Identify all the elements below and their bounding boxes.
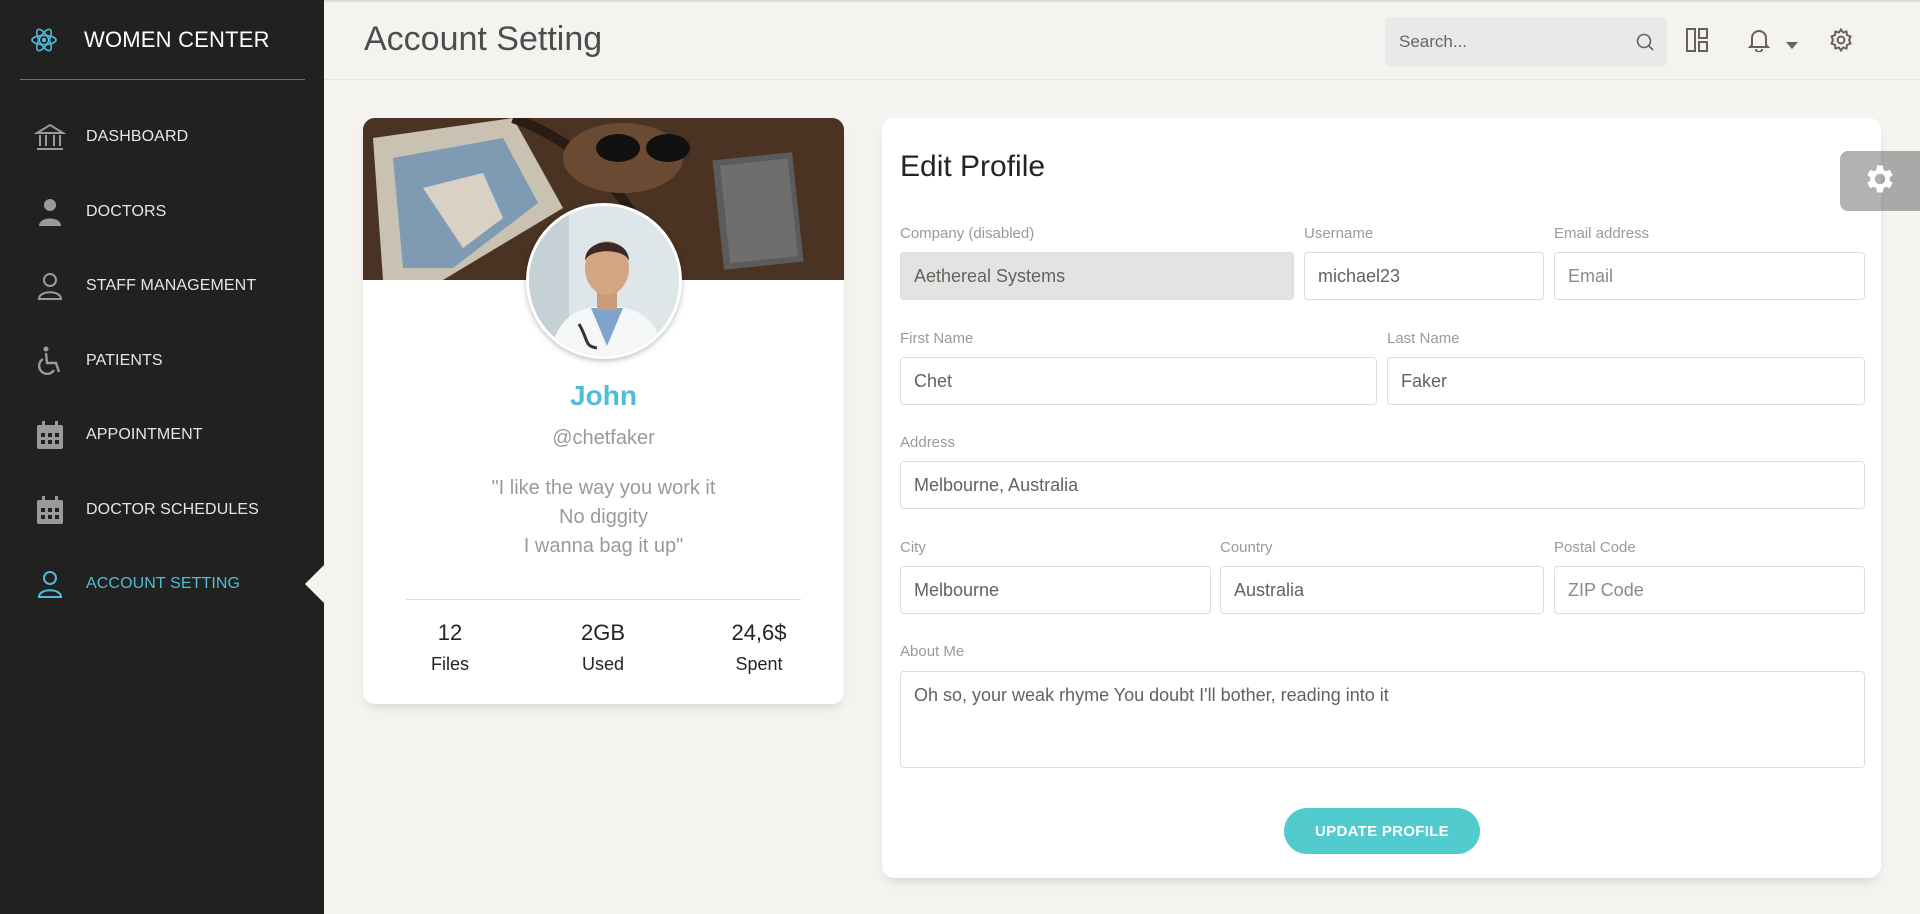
profile-handle: @chetfaker [552, 427, 655, 449]
bell-icon[interactable] [1747, 28, 1771, 57]
sidebar-item-staff-management[interactable]: STAFF MANAGEMENT [0, 249, 324, 324]
stat-files: 12 Files [390, 620, 510, 675]
sidebar-item-doctors[interactable]: DOCTORS [0, 175, 324, 250]
brand-title: WOMEN CENTER [84, 26, 270, 52]
country-label: Country [1220, 539, 1273, 556]
sidebar-item-label: STAFF MANAGEMENT [86, 277, 257, 295]
sidebar-item-account-setting[interactable]: ACCOUNT SETTING [0, 547, 324, 622]
quote-line: No diggity [559, 506, 648, 528]
address-field[interactable] [900, 461, 1865, 509]
city-field[interactable] [900, 566, 1211, 614]
username-field[interactable] [1304, 252, 1544, 300]
settings-plugin-button[interactable] [1840, 151, 1920, 211]
stat-spent: 24,6$ Spent [699, 620, 819, 675]
avatar [526, 203, 682, 359]
stat-value: 2GB [580, 620, 626, 645]
sidebar-nav: DASHBOARD DOCTORS STAFF MANAGEMENT PATIE… [0, 100, 324, 622]
stat-label: Files [430, 654, 469, 674]
wheelchair-icon [34, 345, 66, 377]
company-field[interactable] [900, 252, 1294, 300]
sidebar-item-label: PATIENTS [86, 351, 163, 369]
brand[interactable]: WOMEN CENTER [20, 0, 305, 80]
divider [406, 599, 801, 600]
page-title: Account Setting [364, 20, 603, 58]
sidebar-item-appointment[interactable]: APPOINTMENT [0, 398, 324, 473]
react-atom-icon [20, 26, 68, 54]
first-name-field[interactable] [900, 357, 1377, 405]
edit-profile-title: Edit Profile [900, 150, 1046, 183]
quote-line: "I like the way you work it [491, 477, 716, 499]
sidebar-item-patients[interactable]: PATIENTS [0, 324, 324, 399]
about-me-label: About Me [900, 643, 965, 660]
chevron-down-icon[interactable] [1786, 37, 1798, 55]
user-icon [34, 568, 66, 600]
dashboard-layout-icon[interactable] [1686, 28, 1708, 57]
bank-icon [34, 121, 66, 153]
sidebar-item-doctor-schedules[interactable]: DOCTOR SCHEDULES [0, 473, 324, 548]
search-box [1385, 17, 1667, 67]
stat-label: Used [581, 654, 625, 674]
quote-line: I wanna bag it up" [523, 535, 684, 557]
gear-icon [1862, 161, 1898, 202]
email-label: Email address [1554, 225, 1650, 242]
edit-profile-card: Edit Profile Company (disabled) Username… [882, 118, 1881, 878]
sidebar-item-dashboard[interactable]: DASHBOARD [0, 100, 324, 175]
last-name-label: Last Name [1387, 330, 1460, 347]
stat-used: 2GB Used [543, 620, 663, 675]
postal-code-label: Postal Code [1554, 539, 1636, 556]
about-me-field[interactable]: Oh so, your weak rhyme You doubt I'll bo… [900, 671, 1865, 768]
country-field[interactable] [1220, 566, 1544, 614]
calendar-icon [34, 419, 66, 451]
gear-icon[interactable] [1829, 27, 1853, 57]
sidebar-item-label: DOCTORS [86, 202, 167, 220]
calendar-icon [34, 494, 66, 526]
sidebar-item-label: APPOINTMENT [86, 426, 203, 444]
search-input[interactable] [1385, 17, 1615, 67]
postal-code-field[interactable] [1554, 566, 1865, 614]
profile-card: John @chetfaker "I like the way you work… [363, 118, 844, 704]
search-icon[interactable] [1635, 32, 1655, 57]
company-label: Company (disabled) [900, 225, 1035, 242]
stat-value: 24,6$ [731, 620, 787, 645]
update-profile-button[interactable]: UPDATE PROFILE [1284, 808, 1480, 854]
user-icon [34, 270, 66, 302]
email-field[interactable] [1554, 252, 1865, 300]
profile-name: John [570, 380, 637, 411]
stat-label: Spent [735, 654, 783, 674]
first-name-label: First Name [900, 330, 974, 347]
city-label: City [900, 539, 926, 556]
sidebar-item-label: DOCTOR SCHEDULES [86, 500, 259, 518]
top-navbar: Account Setting [324, 0, 1920, 80]
doctor-icon [34, 196, 66, 228]
username-label: Username [1304, 225, 1374, 242]
last-name-field[interactable] [1387, 357, 1865, 405]
sidebar-item-label: DASHBOARD [86, 128, 189, 146]
sidebar-item-label: ACCOUNT SETTING [86, 575, 241, 593]
address-label: Address [900, 434, 956, 451]
sidebar: WOMEN CENTER DASHBOARD DOCTORS STAFF MAN… [0, 0, 324, 914]
stat-value: 12 [437, 620, 463, 645]
profile-quote: "I like the way you work it No diggity I… [363, 474, 844, 561]
